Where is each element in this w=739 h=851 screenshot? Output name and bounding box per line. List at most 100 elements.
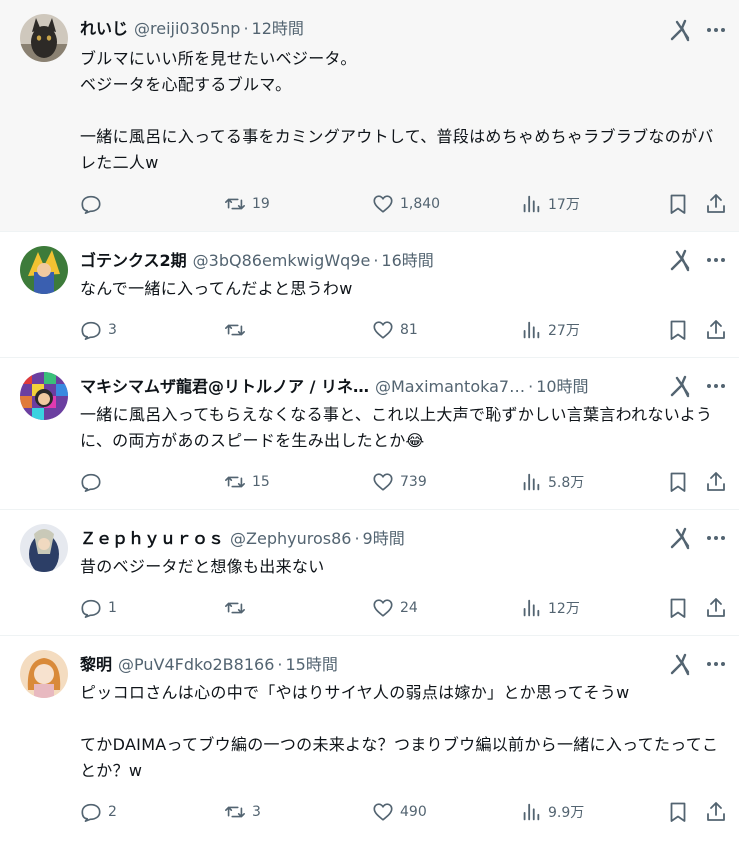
views-icon — [523, 473, 540, 491]
separator: · — [373, 251, 379, 270]
action-bar: 2 3 490 9.9万 — [80, 800, 730, 824]
like-icon — [373, 195, 393, 213]
views-button[interactable]: 9.9万 — [520, 800, 584, 824]
views-count: 9.9万 — [548, 805, 585, 821]
share-icon[interactable] — [704, 318, 728, 342]
post-text: 一緒に風呂入ってもらえなくなる事と、これ以上大声で恥ずかしい言葉言われないように… — [80, 405, 713, 450]
reply-icon — [81, 321, 101, 340]
more-icon[interactable] — [704, 18, 728, 42]
reply-button[interactable] — [80, 192, 108, 216]
share-icon[interactable] — [704, 800, 728, 824]
action-bar: 15 739 5.8万 — [80, 470, 730, 494]
separator: · — [243, 19, 249, 38]
post-header: れいじ @reiji0305np · 12時間 — [80, 18, 649, 40]
post[interactable]: ゴテンクス2期 @3bQ86emkwigWq9e · 16時間 なんで一緒に入ってんだ… — [0, 232, 739, 358]
share-icon[interactable] — [704, 596, 728, 620]
bookmark-icon[interactable] — [666, 318, 690, 342]
repost-button[interactable] — [224, 596, 252, 620]
post-header: マキシマムザ龍君@リトルノア / リネ… @Maximantoka7… · 10時間 — [80, 376, 649, 398]
like-count: 739 — [400, 474, 427, 490]
views-icon — [523, 195, 540, 213]
action-bar: 19 1,840 17万 — [80, 192, 730, 216]
repost-button[interactable]: 19 — [224, 192, 270, 216]
grok-icon[interactable] — [668, 526, 692, 550]
reply-button[interactable]: 3 — [80, 318, 117, 342]
post-text: 昔のベジータだと想像も出来ない — [80, 557, 325, 576]
separator: · — [354, 529, 360, 548]
action-bar: 1 24 12万 — [80, 596, 730, 620]
repost-button[interactable]: 15 — [224, 470, 270, 494]
post[interactable]: マキシマムザ龍君@リトルノア / リネ… @Maximantoka7… · 10時間 … — [0, 358, 739, 510]
post-text: なんで一緒に入ってんだよと思うわw — [80, 279, 353, 298]
author-handle[interactable]: @PuV4Fdko2B8166 — [118, 655, 274, 674]
reply-button[interactable]: 1 — [80, 596, 117, 620]
post[interactable]: Ｚｅｐｈｙｕｒｏｓ @Zephyuros86 · 9時間 昔のベジータだと想像も出来な… — [0, 510, 739, 636]
bookmark-icon[interactable] — [666, 470, 690, 494]
grok-icon[interactable] — [668, 248, 692, 272]
views-button[interactable]: 5.8万 — [520, 470, 584, 494]
post-time[interactable]: 10時間 — [536, 377, 588, 396]
reply-icon — [81, 803, 101, 822]
author-handle[interactable]: @3bQ86emkwigWq9e — [193, 251, 371, 270]
author-handle[interactable]: @Zephyuros86 — [230, 529, 351, 548]
share-icon[interactable] — [704, 192, 728, 216]
like-button[interactable]: 1,840 — [372, 192, 440, 216]
post-time[interactable]: 12時間 — [252, 19, 304, 38]
reply-icon — [81, 195, 101, 214]
bookmark-icon[interactable] — [666, 192, 690, 216]
post[interactable]: 黎明 @PuV4Fdko2B8166 · 15時間 ピッコロさんは心の中で「やはりサイ… — [0, 636, 739, 851]
avatar[interactable] — [20, 246, 68, 294]
avatar[interactable] — [20, 524, 68, 572]
author-handle[interactable]: @Maximantoka7… — [375, 377, 525, 396]
repost-count: 3 — [252, 804, 261, 820]
separator: · — [528, 377, 534, 396]
like-button[interactable]: 739 — [372, 470, 427, 494]
repost-icon — [225, 324, 245, 336]
reply-button[interactable] — [80, 470, 108, 494]
bookmark-icon[interactable] — [666, 800, 690, 824]
like-count: 1,840 — [400, 196, 441, 212]
author-name[interactable]: マキシマムザ龍君@リトルノア / リネ… — [80, 377, 369, 396]
like-button[interactable]: 490 — [372, 800, 427, 824]
views-button[interactable]: 27万 — [520, 318, 580, 342]
author-name[interactable]: ゴテンクス2期 — [80, 251, 187, 270]
like-count: 24 — [400, 600, 418, 616]
views-button[interactable]: 12万 — [520, 596, 580, 620]
bookmark-icon[interactable] — [666, 596, 690, 620]
like-button[interactable]: 24 — [372, 596, 418, 620]
reply-count: 3 — [108, 322, 117, 338]
views-icon — [523, 321, 540, 339]
views-count: 27万 — [548, 323, 580, 339]
more-icon[interactable] — [704, 374, 728, 398]
repost-button[interactable]: 3 — [224, 800, 261, 824]
views-count: 17万 — [548, 197, 580, 213]
repost-button[interactable] — [224, 318, 252, 342]
author-name[interactable]: れいじ — [80, 19, 128, 38]
more-icon[interactable] — [704, 652, 728, 676]
more-icon[interactable] — [704, 248, 728, 272]
post-time[interactable]: 15時間 — [285, 655, 337, 674]
grok-icon[interactable] — [668, 652, 692, 676]
share-icon[interactable] — [704, 470, 728, 494]
grok-icon[interactable] — [668, 374, 692, 398]
views-button[interactable]: 17万 — [520, 192, 580, 216]
reply-icon — [81, 473, 101, 492]
avatar[interactable] — [20, 14, 68, 62]
post-time[interactable]: 16時間 — [381, 251, 433, 270]
author-name[interactable]: 黎明 — [80, 655, 112, 674]
repost-count: 15 — [252, 474, 270, 490]
reply-button[interactable]: 2 — [80, 800, 117, 824]
like-icon — [373, 803, 393, 821]
post-text: ブルマにいい所を見せたいベジータ。 ベジータを心配するブルマ。 一緒に風呂に入っ… — [80, 49, 714, 172]
post-time[interactable]: 9時間 — [363, 529, 405, 548]
like-button[interactable]: 81 — [372, 318, 418, 342]
post[interactable]: れいじ @reiji0305np · 12時間 ブルマにいい所を見せたいベジータ。 ベ… — [0, 0, 739, 232]
avatar[interactable] — [20, 372, 68, 420]
author-name[interactable]: Ｚｅｐｈｙｕｒｏｓ — [80, 529, 224, 548]
repost-icon — [225, 602, 245, 614]
more-icon[interactable] — [704, 526, 728, 550]
like-icon — [373, 473, 393, 491]
author-handle[interactable]: @reiji0305np — [134, 19, 240, 38]
avatar[interactable] — [20, 650, 68, 698]
grok-icon[interactable] — [668, 18, 692, 42]
